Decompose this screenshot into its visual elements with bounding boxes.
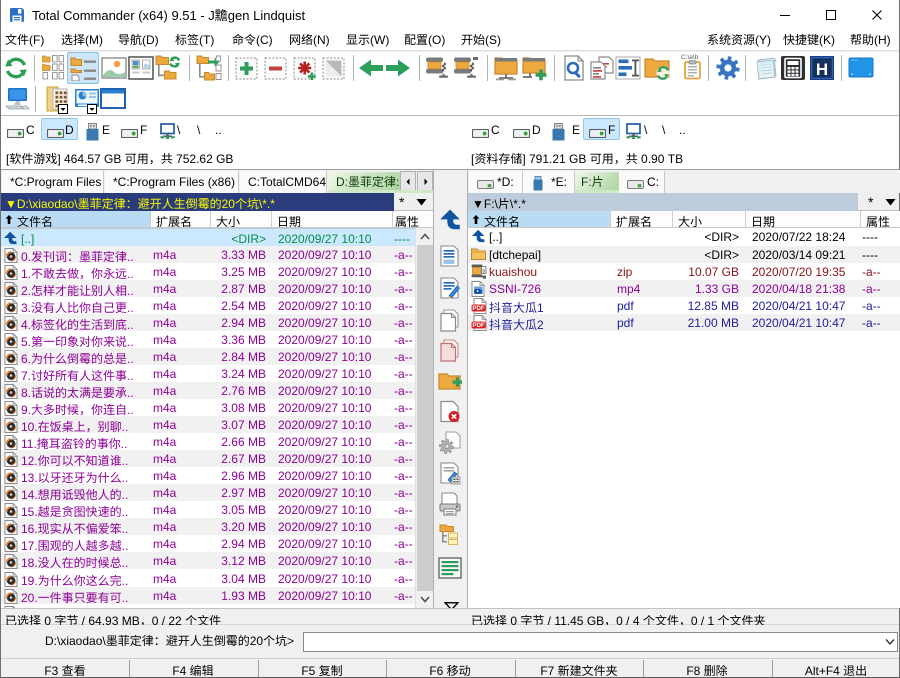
svg-text:C:\a\b: C:\a\b — [681, 54, 699, 61]
svg-text:H: H — [816, 60, 828, 79]
